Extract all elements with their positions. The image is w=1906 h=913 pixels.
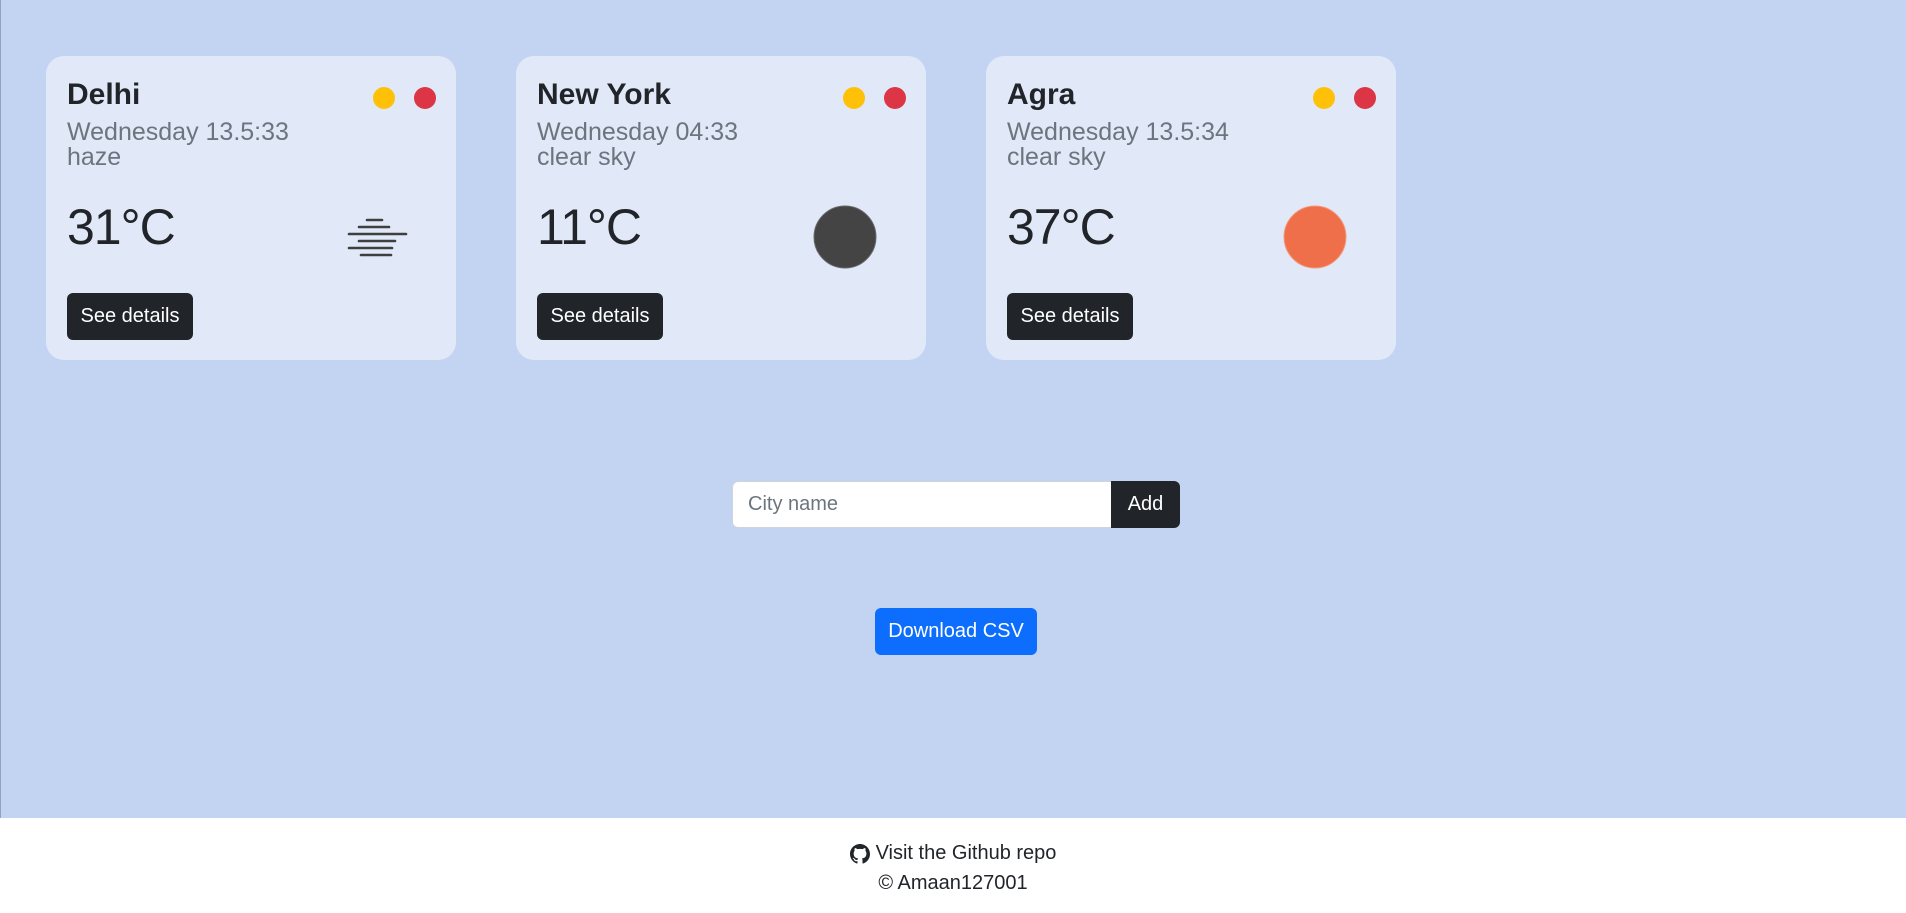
weather-card-delhi: Delhi Wednesday 13.5:33 haze 31°C See de… [46, 56, 456, 360]
haze-icon [347, 218, 408, 257]
see-details-button[interactable]: See details [67, 293, 193, 340]
minimize-dot-button[interactable] [1313, 87, 1335, 109]
copyright-text: © Amaan127001 [878, 872, 1028, 894]
weather-card-new-york: New York Wednesday 04:33 clear sky 11°C … [516, 56, 926, 360]
city-name-input[interactable] [732, 481, 1111, 528]
card-temperature: 31°C [67, 199, 176, 255]
card-datetime: Wednesday 04:33 [537, 118, 739, 146]
footer: Visit the Github repo © Amaan127001 [0, 818, 1906, 913]
github-repo-link[interactable]: Visit the Github repo [0, 842, 1906, 865]
close-dot-button[interactable] [1354, 87, 1376, 109]
minimize-dot-button[interactable] [373, 87, 395, 109]
weather-card-agra: Agra Wednesday 13.5:34 clear sky 37°C Se… [986, 56, 1396, 360]
close-dot-button[interactable] [884, 87, 906, 109]
clear-night-icon [813, 205, 877, 269]
github-icon [849, 843, 870, 864]
add-city-form: Add [732, 481, 1180, 528]
download-csv-button[interactable]: Download CSV [875, 608, 1037, 655]
clear-day-sun-icon [1283, 205, 1347, 269]
see-details-button[interactable]: See details [537, 293, 663, 340]
card-city-name: Agra [1007, 78, 1076, 111]
close-dot-button[interactable] [414, 87, 436, 109]
card-datetime: Wednesday 13.5:34 [1007, 118, 1229, 146]
card-description: clear sky [1007, 143, 1106, 171]
card-temperature: 37°C [1007, 199, 1116, 255]
main-area: Delhi Wednesday 13.5:33 haze 31°C See de… [0, 0, 1906, 818]
card-city-name: Delhi [67, 78, 141, 111]
card-description: clear sky [537, 143, 636, 171]
card-description: haze [67, 143, 122, 171]
card-temperature: 11°C [537, 199, 642, 255]
add-city-button[interactable]: Add [1111, 481, 1180, 528]
minimize-dot-button[interactable] [843, 87, 865, 109]
github-link-label: Visit the Github repo [875, 842, 1057, 864]
card-city-name: New York [537, 78, 671, 111]
see-details-button[interactable]: See details [1007, 293, 1133, 340]
card-datetime: Wednesday 13.5:33 [67, 118, 289, 146]
